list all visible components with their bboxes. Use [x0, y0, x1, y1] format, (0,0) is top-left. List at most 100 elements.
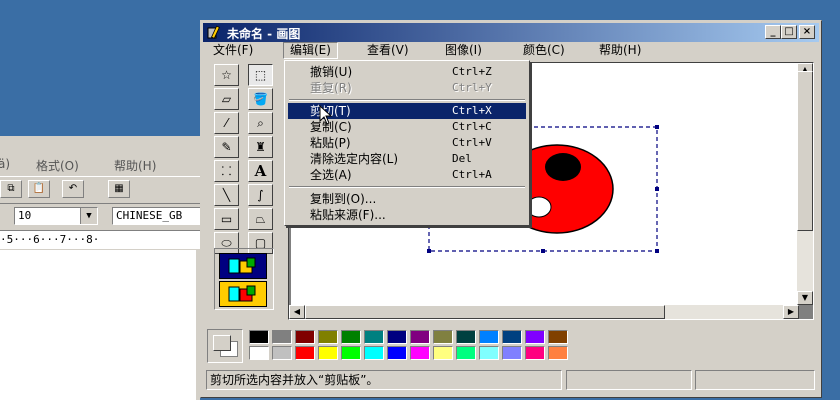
palette-swatch[interactable] — [387, 330, 407, 344]
palette-swatch[interactable] — [341, 330, 361, 344]
close-button[interactable]: × — [799, 25, 815, 39]
scroll-down-icon[interactable]: ▼ — [797, 291, 813, 305]
wordpad-toolbar: ⧉ 📋 ↶ ▦ — [0, 176, 200, 204]
palette-swatch[interactable] — [295, 346, 315, 360]
chevron-down-icon[interactable]: ▼ — [80, 208, 97, 224]
black-dot-shape — [545, 153, 581, 181]
palette-swatch[interactable] — [318, 346, 338, 360]
rectangle-icon[interactable]: ▭ — [214, 208, 239, 230]
scroll-right-icon[interactable]: ▶ — [783, 305, 799, 319]
magnifier-icon[interactable]: ⌕ — [248, 112, 273, 134]
palette-swatch[interactable] — [341, 346, 361, 360]
menu-colors[interactable]: 颜色(C) — [517, 42, 571, 59]
wordpad-menu-partial[interactable]: ä) — [0, 157, 10, 171]
wordpad-menubar: ä) 格式(O) 帮助(H) — [0, 154, 200, 174]
palette-swatch[interactable] — [525, 346, 545, 360]
palette-swatch[interactable] — [295, 330, 315, 344]
line-icon[interactable]: ╲ — [214, 184, 239, 206]
paint-app-icon — [207, 25, 220, 39]
color-palette — [203, 326, 819, 366]
vertical-scrollbar[interactable]: ▲ ▼ — [797, 63, 813, 305]
tool-options — [214, 248, 274, 310]
copy-icon[interactable]: ⧉ — [0, 180, 22, 198]
wordpad-menu-format[interactable]: 格式(O) — [36, 157, 79, 174]
minimize-button[interactable]: _ — [765, 25, 781, 39]
menu-item-clear-selection[interactable]: 清除选定内容(L) Del — [288, 151, 526, 167]
current-colors — [207, 329, 243, 363]
menu-item-copy-to[interactable]: 复制到(O)... — [288, 191, 526, 207]
paint-title: 未命名 - 画图 — [227, 27, 301, 41]
rectangle-select-icon[interactable]: ⬚ — [248, 64, 273, 86]
palette-swatch[interactable] — [433, 330, 453, 344]
status-size — [695, 370, 815, 390]
horizontal-scroll-thumb[interactable] — [305, 305, 665, 319]
foreground-color-swatch[interactable] — [213, 335, 231, 351]
menu-item-undo[interactable]: 撤销(U) Ctrl+Z — [288, 64, 526, 80]
wordpad-document[interactable] — [0, 250, 196, 400]
free-form-select-icon[interactable]: ☆ — [214, 64, 239, 86]
palette-swatch[interactable] — [502, 330, 522, 344]
white-dot-shape — [526, 196, 552, 218]
palette-swatch[interactable] — [479, 330, 499, 344]
palette-swatch[interactable] — [433, 346, 453, 360]
palette-swatch[interactable] — [272, 346, 292, 360]
edit-menu-dropdown: 撤销(U) Ctrl+Z 重复(R) Ctrl+Y 剪切(T) Ctrl+X 复制(C… — [284, 60, 530, 226]
undo-icon[interactable]: ↶ — [62, 180, 84, 198]
palette-swatch[interactable] — [456, 330, 476, 344]
maximize-button[interactable]: □ — [781, 25, 797, 39]
palette-swatch[interactable] — [364, 346, 384, 360]
font-size-value: 10 — [18, 209, 32, 222]
status-bar: 剪切所选内容并放入“剪贴板”。 — [203, 368, 819, 392]
transparent-selection-option[interactable] — [219, 281, 267, 307]
palette-swatch[interactable] — [364, 330, 384, 344]
wordpad-format-bar: 10 ▼ CHINESE_GB — [0, 204, 202, 228]
paint-menubar: 文件(F) 编辑(E) 查看(V) 图像(I) 颜色(C) 帮助(H) — [203, 42, 819, 60]
palette-swatch[interactable] — [249, 346, 269, 360]
menu-separator — [289, 186, 525, 188]
vertical-scroll-thumb[interactable] — [797, 71, 813, 231]
menu-item-repeat[interactable]: 重复(R) Ctrl+Y — [288, 80, 526, 96]
menu-item-select-all[interactable]: 全选(A) Ctrl+A — [288, 167, 526, 183]
palette-swatch[interactable] — [272, 330, 292, 344]
menu-help[interactable]: 帮助(H) — [593, 42, 647, 59]
fill-icon[interactable]: 🪣 — [248, 88, 273, 110]
palette-swatch[interactable] — [410, 330, 430, 344]
menu-file[interactable]: 文件(F) — [207, 42, 259, 59]
palette-swatch[interactable] — [479, 346, 499, 360]
menu-item-paste[interactable]: 粘贴(P) Ctrl+V — [288, 135, 526, 151]
polygon-icon[interactable]: ⏢ — [248, 208, 273, 230]
eraser-icon[interactable]: ▱ — [214, 88, 239, 110]
palette-swatch[interactable] — [548, 330, 568, 344]
menu-view[interactable]: 查看(V) — [361, 42, 415, 59]
wordpad-menu-help[interactable]: 帮助(H) — [114, 157, 156, 174]
brush-icon[interactable]: ♜ — [248, 136, 273, 158]
palette-swatch[interactable] — [456, 346, 476, 360]
palette-swatch[interactable] — [502, 346, 522, 360]
text-icon[interactable]: A — [248, 160, 273, 182]
menu-edit[interactable]: 编辑(E) — [283, 42, 338, 59]
palette-swatch[interactable] — [548, 346, 568, 360]
pick-color-icon[interactable]: ⁄ — [214, 112, 239, 134]
mouse-cursor-icon — [319, 105, 333, 125]
airbrush-icon[interactable]: ⸬ — [214, 160, 239, 182]
font-size-select[interactable]: 10 ▼ — [14, 207, 98, 225]
palette-swatch[interactable] — [410, 346, 430, 360]
opaque-selection-option[interactable] — [219, 253, 267, 279]
pencil-icon[interactable]: ✎ — [214, 136, 239, 158]
palette-swatch[interactable] — [318, 330, 338, 344]
script-select[interactable]: CHINESE_GB — [112, 207, 202, 225]
curve-icon[interactable]: ∫ — [248, 184, 273, 206]
date-time-icon[interactable]: ▦ — [108, 180, 130, 198]
wordpad-ruler: ·5···6···7···8· — [0, 230, 200, 249]
menu-item-paste-from[interactable]: 粘贴来源(F)... — [288, 207, 526, 223]
palette-swatch[interactable] — [249, 330, 269, 344]
palette-swatch[interactable] — [387, 346, 407, 360]
menu-image[interactable]: 图像(I) — [439, 42, 488, 59]
palette-swatch[interactable] — [525, 330, 545, 344]
paste-icon[interactable]: 📋 — [28, 180, 50, 198]
horizontal-scrollbar[interactable]: ◀ ▶ — [289, 305, 799, 319]
menu-separator — [289, 99, 525, 101]
ruler-marks: ·5···6···7···8· — [0, 233, 100, 246]
scroll-left-icon[interactable]: ◀ — [289, 305, 305, 319]
paint-titlebar[interactable]: 未命名 - 画图 _ □ × — [203, 23, 819, 42]
